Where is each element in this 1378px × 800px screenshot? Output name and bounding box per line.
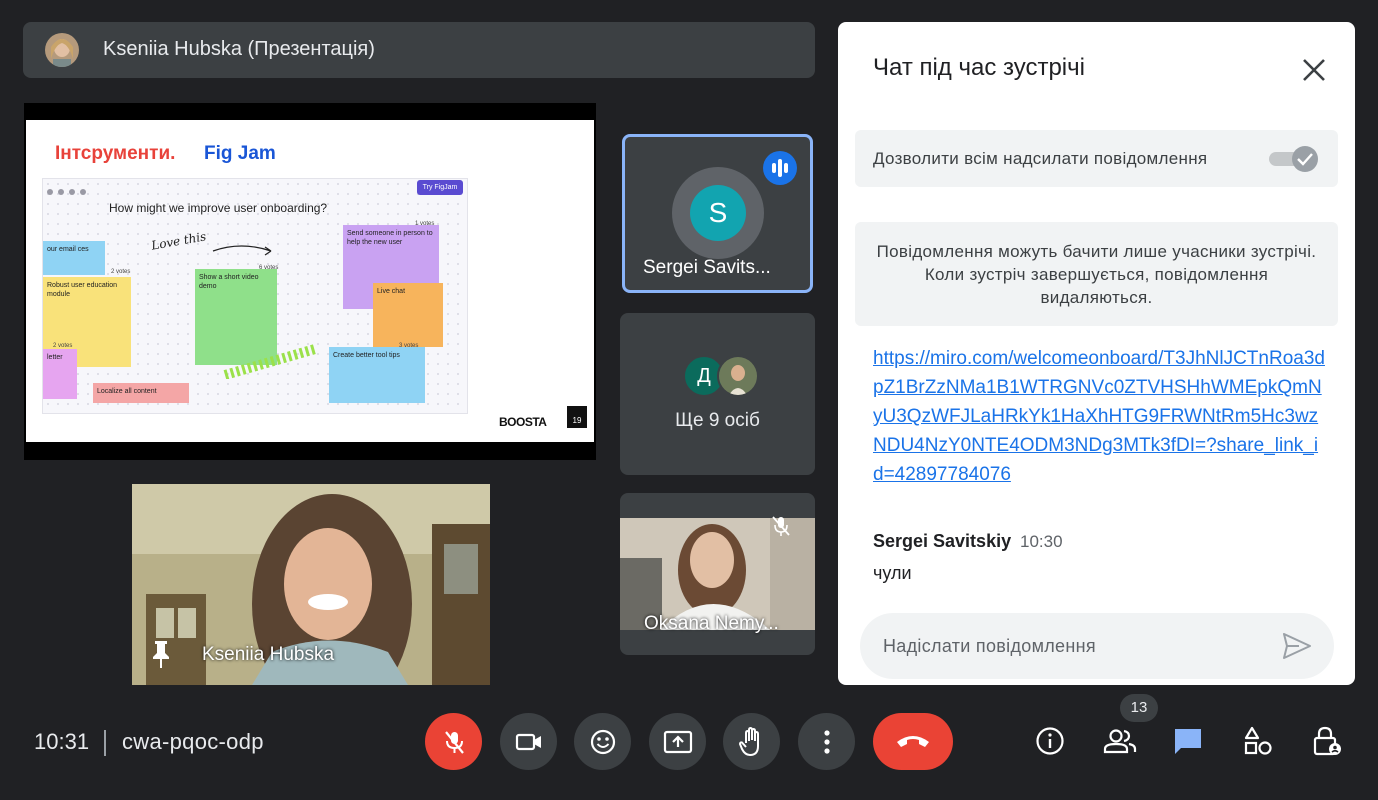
vote-count: 1 votes bbox=[415, 221, 435, 227]
message-time: 10:30 bbox=[1020, 532, 1063, 551]
participant-name: Sergei Savits... bbox=[643, 257, 771, 278]
meeting-code: cwa-pqoc-odp bbox=[122, 729, 264, 754]
present-button[interactable] bbox=[649, 713, 706, 770]
call-end-icon bbox=[897, 736, 929, 747]
slide-title: Інтсрументи. bbox=[55, 143, 176, 164]
presenter-bar: Kseniia Hubska (Презентація) bbox=[23, 22, 815, 78]
message-input-placeholder: Надіслати повідомлення bbox=[883, 636, 1096, 656]
sticky-note: Create better tool tips bbox=[329, 347, 425, 403]
mic-off-icon bbox=[772, 516, 790, 536]
more-participants-tile[interactable]: Д Ще 9 осіб bbox=[620, 313, 815, 475]
info-icon bbox=[1036, 727, 1064, 755]
avatar-photo bbox=[717, 355, 759, 397]
video-tile-kseniia[interactable]: Kseniia Hubska bbox=[132, 484, 490, 685]
mic-off-icon bbox=[444, 730, 464, 754]
activities-icon bbox=[1244, 726, 1272, 755]
arrow-decoration bbox=[212, 245, 272, 256]
host-controls-icon bbox=[1313, 726, 1341, 756]
participants-count-badge: 13 bbox=[1120, 694, 1158, 722]
annotation-text: Love this bbox=[150, 229, 208, 253]
video-tile-oksana[interactable]: Oksana Nemy... bbox=[620, 493, 815, 655]
message-input[interactable]: Надіслати повідомлення bbox=[860, 613, 1334, 679]
pin-icon[interactable] bbox=[148, 639, 174, 669]
chat-info-notice: Повідомлення можуть бачити лише учасники… bbox=[855, 222, 1338, 326]
send-icon[interactable] bbox=[1281, 631, 1313, 661]
raise-hand-icon bbox=[738, 726, 759, 756]
present-icon bbox=[663, 730, 692, 753]
sticky-note: our email ces bbox=[43, 241, 105, 275]
chat-icon bbox=[1175, 729, 1201, 754]
host-controls-button[interactable] bbox=[1305, 719, 1349, 763]
participant-name: Oksana Nemy... bbox=[644, 613, 779, 634]
close-icon[interactable] bbox=[1296, 52, 1332, 88]
allow-messages-label: Дозволити всім надсилати повідомлення bbox=[873, 149, 1208, 168]
presentation-slide: Інтсрументи. Fig Jam Try FigJam How migh… bbox=[26, 120, 594, 442]
sticky-note: Live chat bbox=[373, 283, 443, 347]
boosta-logo-number: 19 bbox=[567, 406, 587, 428]
slide-title-highlight: Fig Jam bbox=[204, 143, 276, 164]
figjam-board: Try FigJam How might we improve user onb… bbox=[42, 178, 468, 414]
more-options-button[interactable] bbox=[798, 713, 855, 770]
boosta-logo: BOOSTA bbox=[499, 415, 547, 429]
presenter-name: Kseniia Hubska (Презентація) bbox=[103, 38, 375, 60]
board-toolbar bbox=[47, 182, 463, 195]
activities-button[interactable] bbox=[1236, 719, 1280, 763]
more-vert-icon bbox=[823, 729, 830, 754]
meeting-clock: 10:31 bbox=[34, 729, 90, 754]
sticky-note: letter bbox=[43, 349, 77, 399]
speaking-icon bbox=[763, 151, 797, 185]
more-participants-label: Ще 9 осіб bbox=[675, 410, 760, 431]
message-text: чули bbox=[873, 563, 912, 583]
participant-name: Kseniia Hubska bbox=[202, 644, 335, 665]
try-figjam-button: Try FigJam bbox=[417, 180, 463, 195]
message-sender: Sergei Savitskiy bbox=[873, 531, 1012, 551]
raise-hand-button[interactable] bbox=[723, 713, 780, 770]
chat-panel: Чат під час зустрічі Дозволити всім надс… bbox=[838, 22, 1355, 685]
divider bbox=[104, 730, 106, 756]
chat-message-link[interactable]: https://miro.com/welcomeonboard/T3JhNlJC… bbox=[873, 344, 1325, 489]
emoji-icon bbox=[590, 729, 615, 754]
avatar: S bbox=[690, 185, 746, 241]
hatched-line-decoration bbox=[223, 344, 317, 379]
camera-icon bbox=[515, 733, 541, 750]
vote-count: 3 votes bbox=[399, 343, 419, 349]
chat-info-text: Повідомлення можуть бачити лише учасники… bbox=[876, 242, 1317, 307]
emoji-button[interactable] bbox=[574, 713, 631, 770]
sticky-note: Localize all content bbox=[93, 383, 189, 403]
camera-button[interactable] bbox=[500, 713, 557, 770]
board-question: How might we improve user onboarding? bbox=[109, 201, 328, 215]
leave-call-button[interactable] bbox=[873, 713, 953, 770]
presentation-frame[interactable]: Інтсрументи. Fig Jam Try FigJam How migh… bbox=[24, 103, 596, 460]
chat-button[interactable] bbox=[1166, 719, 1210, 763]
vote-count: 2 votes bbox=[53, 343, 73, 349]
people-icon bbox=[1103, 729, 1137, 754]
chat-title: Чат під час зустрічі bbox=[873, 54, 1085, 81]
vote-count: 2 votes bbox=[111, 269, 131, 275]
participants-button[interactable] bbox=[1098, 719, 1142, 763]
video-tile-sergei[interactable]: S Sergei Savits... bbox=[622, 134, 813, 293]
presenter-avatar bbox=[45, 33, 79, 67]
vote-count: 6 votes bbox=[259, 265, 279, 271]
meeting-info-button[interactable] bbox=[1028, 719, 1072, 763]
allow-messages-toggle[interactable] bbox=[1268, 145, 1320, 173]
microphone-button[interactable] bbox=[425, 713, 482, 770]
allow-messages-setting: Дозволити всім надсилати повідомлення bbox=[855, 130, 1338, 187]
